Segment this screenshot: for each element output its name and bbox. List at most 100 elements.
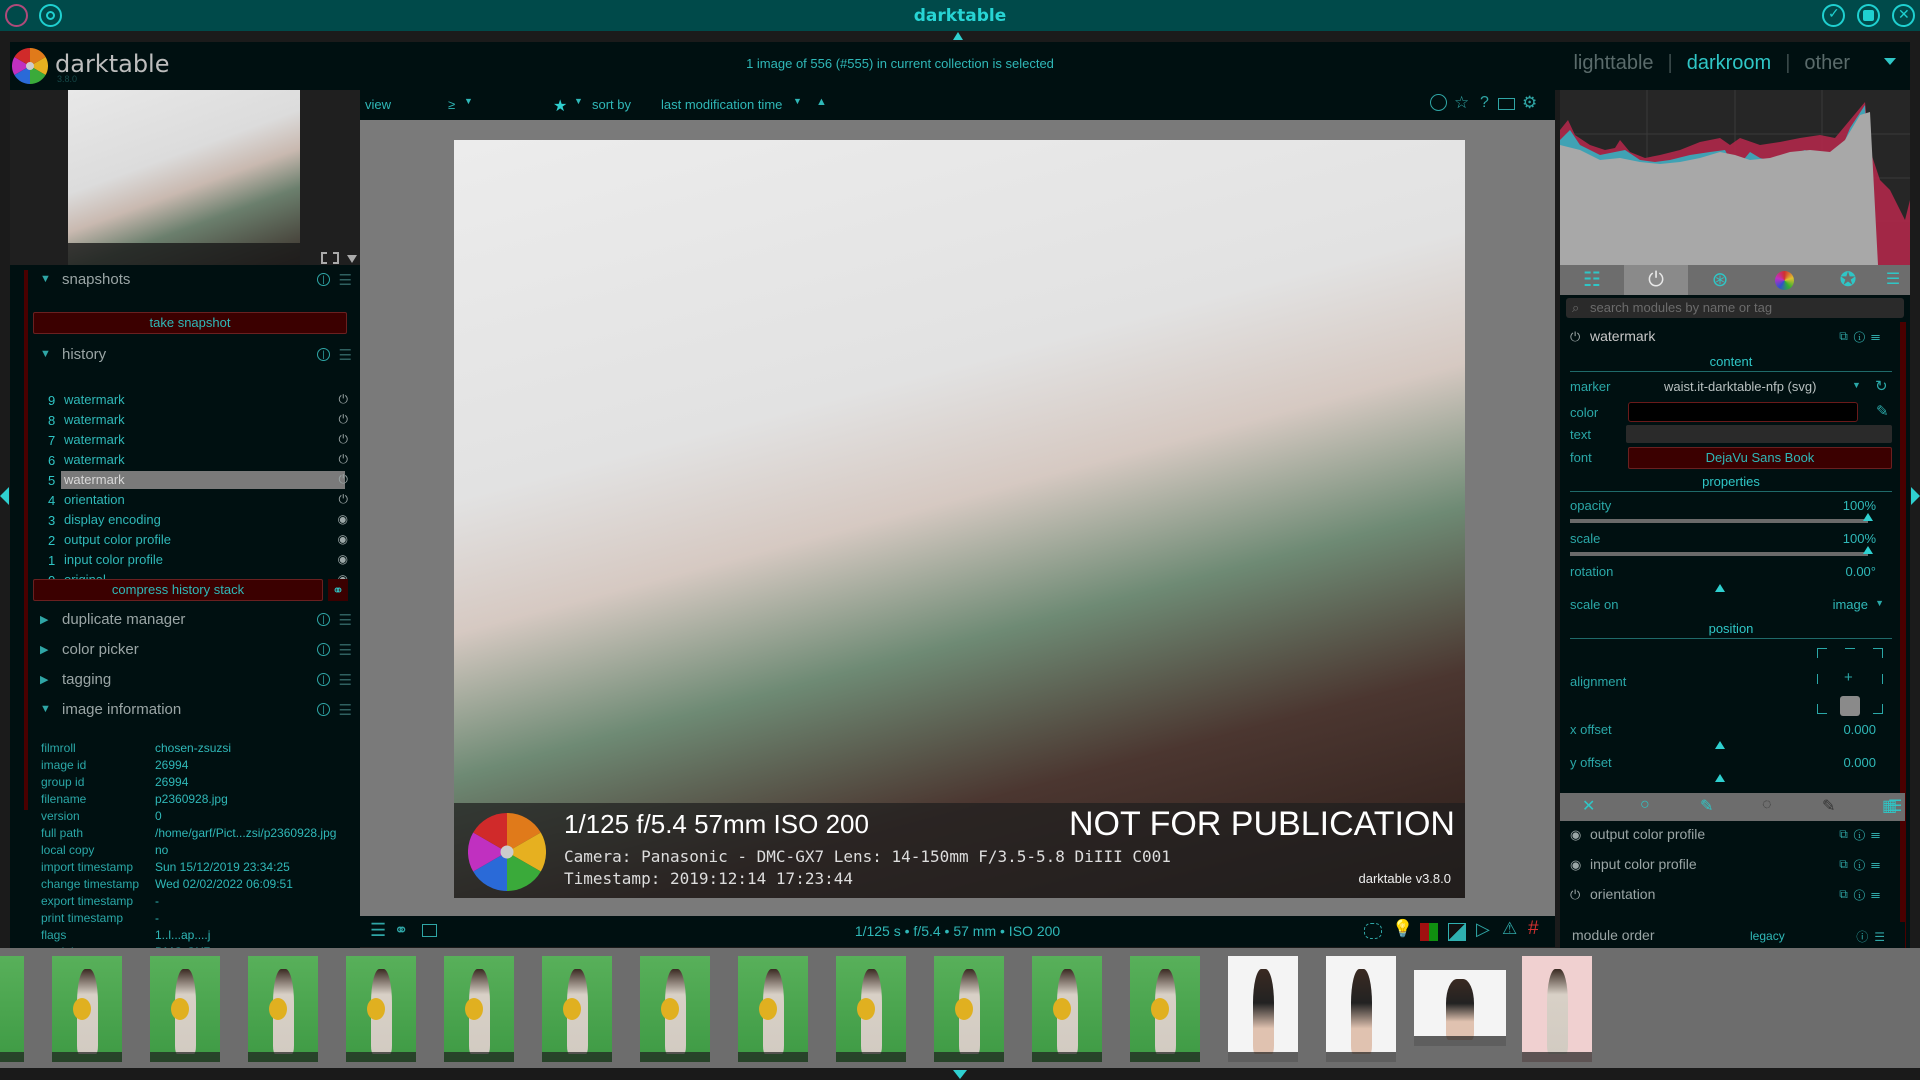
presets-icon[interactable]: ☰	[339, 346, 352, 364]
reset-icon[interactable]: |	[317, 703, 330, 716]
module-order-actions[interactable]: ⓘ☰	[1856, 928, 1891, 945]
tab-quick-access-icon[interactable]: ☷	[1560, 265, 1624, 295]
clipping-icon[interactable]	[1448, 923, 1466, 941]
history-item[interactable]: 9 watermark ⏻	[38, 391, 348, 410]
module-enable-power-icon[interactable]: ⏻	[1570, 329, 1580, 345]
filmstrip-thumbnail[interactable]	[248, 956, 318, 1062]
presets-icon[interactable]: ☰	[339, 671, 352, 689]
scale-slider-handle[interactable]	[1863, 546, 1873, 554]
align-bottom-left[interactable]	[1817, 704, 1827, 714]
filmstrip-thumbnail[interactable]	[640, 956, 710, 1062]
always-on-icon[interactable]: ◉	[1570, 857, 1581, 873]
align-bottom-right[interactable]	[1873, 704, 1883, 714]
filmstrip-thumbnail[interactable]	[1032, 956, 1102, 1062]
filmstrip-thumbnail[interactable]	[738, 956, 808, 1062]
filmstrip-thumbnail[interactable]	[542, 956, 612, 1062]
shortcuts-icon[interactable]	[1498, 98, 1515, 110]
view-lighttable[interactable]: lighttable	[1573, 52, 1653, 74]
gamut-check-icon[interactable]: ⚠	[1502, 919, 1517, 939]
history-header[interactable]: ▼ history | ☰	[28, 346, 358, 370]
refresh-icon[interactable]: ↻	[1875, 377, 1888, 395]
module-row[interactable]: ⏻ orientation ⧉ⓘ☰	[1560, 883, 1900, 909]
zoom-dropdown-icon[interactable]	[347, 255, 357, 263]
bottom-panel-toggle[interactable]	[953, 1070, 967, 1079]
zoom-fit-icon[interactable]	[321, 252, 339, 264]
filmstrip-thumbnail[interactable]	[1326, 956, 1396, 1062]
preferences-gear-icon[interactable]: ⚙	[1522, 93, 1537, 113]
align-middle-right[interactable]	[1882, 674, 1883, 684]
view-other[interactable]: other	[1804, 52, 1850, 74]
rating-comparator[interactable]: ≥	[448, 97, 455, 112]
alignment-grid[interactable]: +	[1817, 648, 1883, 716]
filmstrip-thumbnail[interactable]	[52, 956, 122, 1062]
module-row[interactable]: ◉ output color profile ⧉ⓘ☰	[1560, 823, 1900, 849]
blend-off-icon[interactable]: ✕	[1582, 796, 1595, 816]
align-middle-left[interactable]	[1817, 674, 1818, 684]
module-order-value[interactable]: legacy	[1750, 929, 1785, 943]
module-search-input[interactable]: search modules by name or tag	[1566, 298, 1904, 318]
marker-dropdown-icon[interactable]: ▼	[1852, 380, 1861, 390]
color-assessment-bulb-icon[interactable]: 💡	[1392, 919, 1413, 939]
scale-on-select[interactable]: image	[1833, 597, 1868, 612]
view-darkroom[interactable]: darkroom	[1687, 52, 1771, 74]
reset-icon[interactable]: |	[317, 273, 330, 286]
tab-base-modules-icon[interactable]: ⊛	[1688, 265, 1752, 295]
module-actions-icons[interactable]: ⧉ⓘ☰	[1839, 887, 1886, 902]
module-actions-icons[interactable]: ⧉ⓘ☰	[1839, 857, 1886, 872]
blend-menu-icon[interactable]: ☰	[1888, 796, 1902, 816]
presets-icon[interactable]: ☰	[339, 611, 352, 629]
views-dropdown-icon[interactable]	[1884, 58, 1896, 65]
history-item[interactable]: 1 input color profile ◉	[38, 551, 348, 570]
top-panel-toggle[interactable]	[953, 32, 963, 40]
history-item[interactable]: 7 watermark ⏻	[38, 431, 348, 450]
snapshots-header[interactable]: ▼ snapshots | ☰	[28, 271, 358, 295]
module-actions-icons[interactable]: ⧉ⓘ☰	[1839, 827, 1886, 842]
scale-slider[interactable]	[1570, 546, 1873, 556]
reset-icon[interactable]: |	[317, 643, 330, 656]
history-item[interactable]: 2 output color profile ◉	[38, 531, 348, 550]
filmstrip-thumbnail[interactable]	[0, 956, 24, 1062]
compress-history-button[interactable]: compress history stack	[33, 579, 323, 601]
tab-color-modules-icon[interactable]	[1752, 265, 1816, 295]
history-item[interactable]: 6 watermark ⏻	[38, 451, 348, 470]
module-actions-icons[interactable]: ⧉ⓘ☰	[1839, 329, 1886, 344]
align-top-right[interactable]	[1873, 648, 1883, 658]
sort-dropdown-icon[interactable]: ▼	[793, 96, 802, 106]
filmstrip-thumbnail[interactable]	[346, 956, 416, 1062]
font-button[interactable]: DejaVu Sans Book	[1628, 447, 1892, 469]
blend-drawn-mask-icon[interactable]: ✎	[1700, 796, 1713, 816]
opacity-slider-handle[interactable]	[1863, 513, 1873, 521]
right-scrollbar[interactable]	[1900, 322, 1906, 1022]
filmstrip-thumbnail[interactable]	[934, 956, 1004, 1062]
right-panel-toggle[interactable]	[1911, 487, 1920, 505]
marker-select[interactable]: waist.it-darktable-nfp (svg)	[1664, 379, 1816, 394]
guides-icon[interactable]: #	[1528, 918, 1539, 940]
grouping-icon[interactable]	[1430, 94, 1447, 111]
help-icon[interactable]: ?	[1480, 94, 1489, 112]
history-item[interactable]: 5 watermark ⏻	[38, 471, 348, 490]
align-top-center[interactable]	[1845, 648, 1855, 649]
presets-icon[interactable]: ☰	[339, 271, 352, 289]
raw-overexposed-icon[interactable]	[1420, 923, 1438, 941]
tab-active-modules-icon[interactable]: ⏻	[1624, 265, 1688, 295]
focus-peaking-icon[interactable]	[1364, 923, 1382, 939]
watermark-module-header[interactable]: ⏻ watermark ⧉ⓘ☰	[1560, 325, 1900, 351]
softproof-icon[interactable]: ▷	[1476, 919, 1490, 940]
blend-parametric-icon[interactable]: ◌	[1762, 796, 1772, 814]
color-swatch[interactable]	[1628, 402, 1858, 422]
sort-order-icon[interactable]: ▲	[816, 96, 827, 108]
opacity-slider[interactable]	[1570, 513, 1873, 523]
take-snapshot-button[interactable]: take snapshot	[33, 312, 347, 334]
history-item[interactable]: 8 watermark ⏻	[38, 411, 348, 430]
presets-icon[interactable]: ☰	[339, 641, 352, 659]
close-button[interactable]: ✕	[1892, 4, 1915, 27]
histogram[interactable]	[1560, 90, 1910, 265]
reset-icon[interactable]: |	[317, 613, 330, 626]
color-picker-icon[interactable]: ✎	[1876, 402, 1889, 420]
history-item[interactable]: 4 orientation ⏻	[38, 491, 348, 510]
overlays-star-icon[interactable]: ☆	[1454, 93, 1469, 113]
x-offset-slider-handle[interactable]	[1715, 741, 1725, 749]
filmstrip-thumbnail[interactable]	[1522, 956, 1592, 1062]
maximize-button[interactable]	[1857, 4, 1880, 27]
module-header-color-picker[interactable]: ▶ color picker | ☰	[28, 641, 358, 665]
